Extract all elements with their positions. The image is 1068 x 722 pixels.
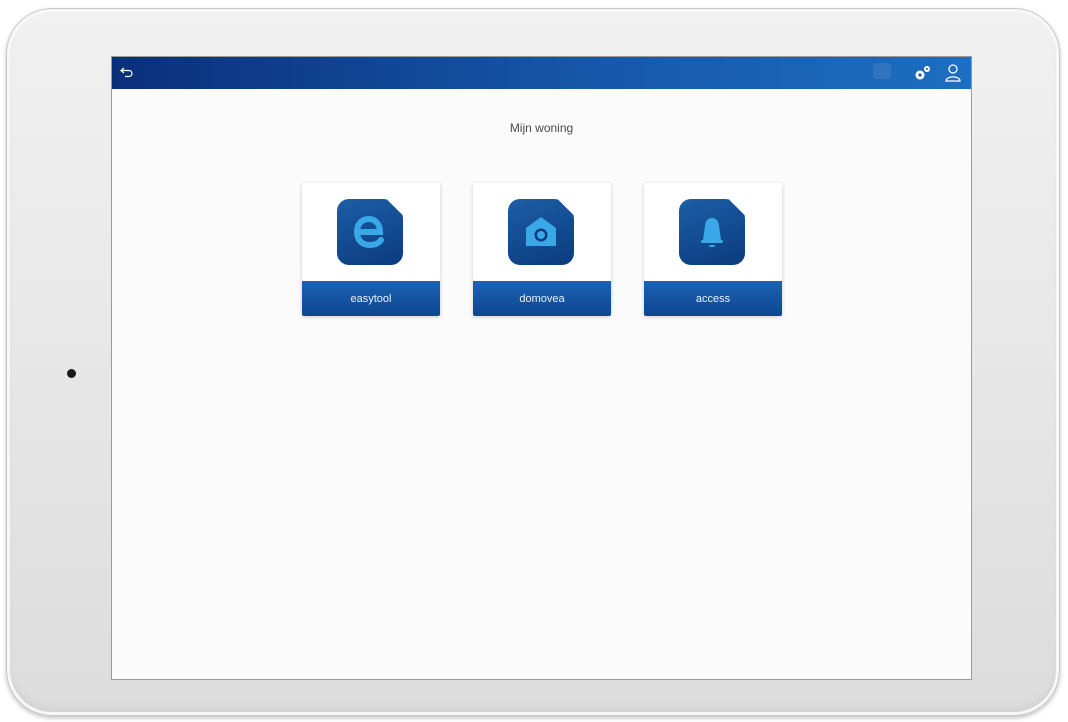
back-arrow-icon[interactable] [120,65,134,79]
page-title: Mijn woning [509,121,574,135]
e-letter-icon [353,215,384,249]
tile-label-easytool: easytool [350,292,392,305]
gear-icon[interactable] [913,63,933,83]
user-icon[interactable] [944,63,962,83]
tile-domovea[interactable]: domovea [473,183,611,316]
easytool-app-icon [337,199,403,265]
tile-label-access: access [695,292,731,305]
access-app-icon [679,199,745,265]
tile-access[interactable]: access [644,183,782,316]
tile-label-domovea: domovea [519,292,565,305]
tile-label-bar: domovea [473,281,611,316]
status-indicator-icon [873,63,891,79]
tile-label-bar: access [644,281,782,316]
bell-icon [701,218,723,247]
home-button[interactable] [67,369,76,378]
domovea-app-icon [508,199,574,265]
tile-easytool[interactable]: easytool [302,183,440,316]
top-bar [112,57,971,89]
tile-label-bar: easytool [302,281,440,316]
app-screen: Mijn woning easytool domovea access [111,56,972,680]
app-tiles: easytool domovea access [302,183,782,316]
camera-icon [526,217,556,246]
